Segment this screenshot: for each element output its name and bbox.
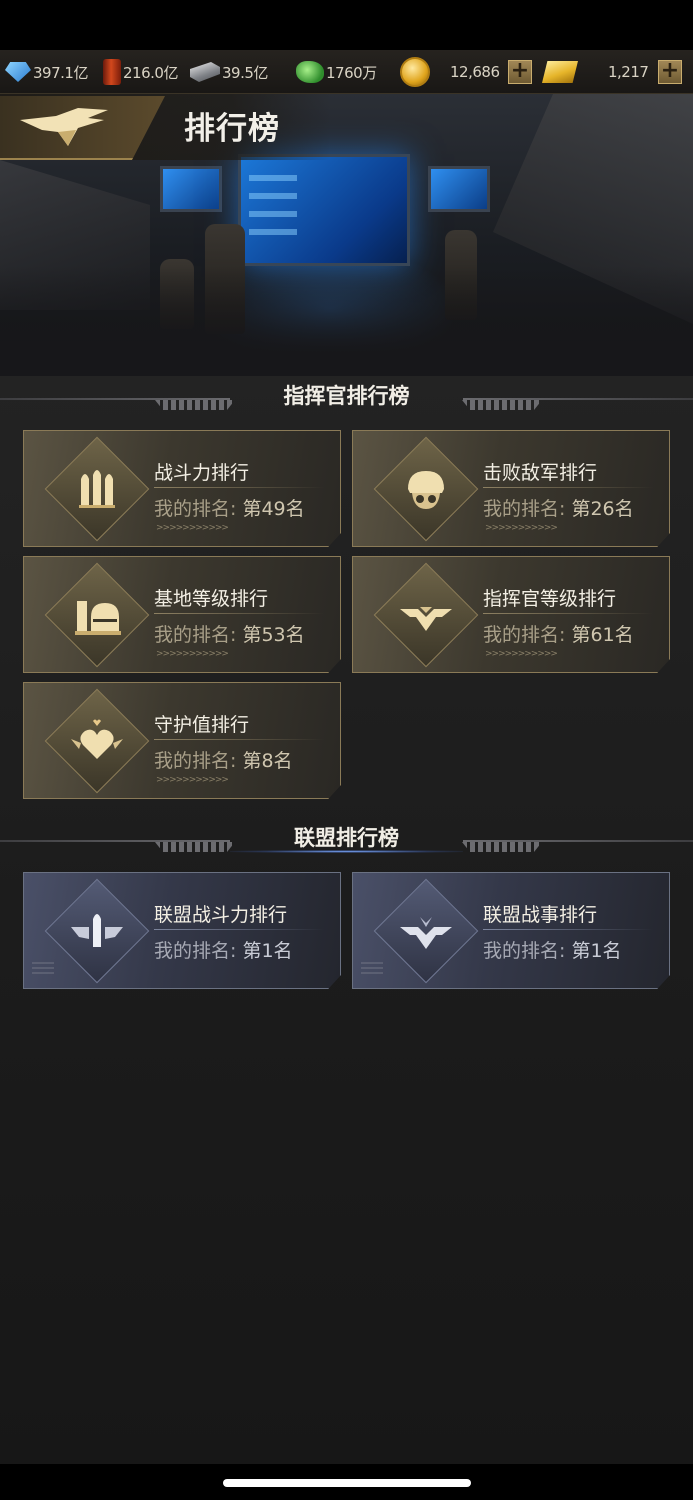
card-name: 战斗力排行 (154, 462, 250, 484)
resource-cash-value: 1760万 (326, 63, 377, 82)
card-rank: 我的排名: 第61名 (483, 624, 634, 646)
card-rank: 我的排名: 第1名 (483, 940, 622, 962)
card-name: 指挥官等级排行 (483, 588, 617, 610)
resource-steel: 39.5亿 (190, 50, 268, 94)
bullets-icon (79, 470, 115, 508)
status-bar (0, 0, 693, 50)
resource-coins-value: 12,686 (450, 63, 500, 81)
card-alliance-war[interactable]: 联盟战事排行 我的排名: 第1名 (352, 872, 670, 989)
command-screen (238, 154, 410, 266)
chevrons-decoration: >>>>>>>>>>> (156, 649, 229, 659)
card-alliance-power[interactable]: 联盟战斗力排行 我的排名: 第1名 (23, 872, 341, 989)
resource-gold-value: 1,217 (608, 63, 649, 81)
card-name: 联盟战斗力排行 (154, 904, 288, 926)
card-combat-power[interactable]: 战斗力排行 我的排名: 第49名 >>>>>>>>>>> (23, 430, 341, 547)
helmet-skull-icon (408, 471, 444, 509)
card-name: 基地等级排行 (154, 588, 269, 610)
base-building-icon (75, 601, 121, 635)
resource-bar: 397.1亿 216.0亿 39.5亿 1760万 12,686 + 1,217… (0, 50, 693, 94)
card-base-level[interactable]: 基地等级排行 我的排名: 第53名 >>>>>>>>>>> (23, 556, 341, 673)
diamond-icon (5, 62, 31, 82)
card-rank: 我的排名: 第53名 (154, 624, 305, 646)
card-name: 联盟战事排行 (483, 904, 598, 926)
card-enemies-defeated[interactable]: 击败敌军排行 我的排名: 第26名 >>>>>>>>>>> (352, 430, 670, 547)
resource-steel-value: 39.5亿 (222, 63, 268, 82)
alliance-section-header: 联盟排行榜 (0, 818, 693, 868)
add-gold-button[interactable]: + (658, 60, 682, 84)
resource-oil-value: 216.0亿 (123, 63, 178, 82)
chevrons-decoration: >>>>>>>>>>> (485, 649, 558, 659)
rankings-panel: 指挥官排行榜 战斗力排行 我的排名: 第49名 >>>>>>>>>>> 击败敌军… (0, 376, 693, 1464)
side-monitor-left (160, 166, 222, 212)
add-coins-button[interactable]: + (508, 60, 532, 84)
eagle-emblem-icon (20, 108, 108, 146)
chevrons-decoration: >>>>>>>>>>> (156, 523, 229, 533)
cash-icon (296, 61, 324, 83)
commander-section-title: 指挥官排行榜 (283, 384, 410, 408)
steel-bar-icon (190, 62, 220, 82)
card-name: 击败敌军排行 (483, 462, 598, 484)
alliance-section-title: 联盟排行榜 (294, 826, 399, 850)
card-rank: 我的排名: 第8名 (154, 750, 293, 772)
card-guardian-value[interactable]: 守护值排行 我的排名: 第8名 >>>>>>>>>>> (23, 682, 341, 799)
oil-barrel-icon (103, 59, 121, 85)
coin-icon (400, 57, 430, 87)
chevrons-decoration: >>>>>>>>>>> (156, 775, 229, 785)
resource-coins: 12,686 (400, 50, 500, 94)
resource-cash: 1760万 (296, 50, 377, 94)
card-rank: 我的排名: 第26名 (483, 498, 634, 520)
winged-chevron-icon (400, 917, 452, 949)
side-monitor-right (428, 166, 490, 212)
resource-diamond: 397.1亿 (5, 50, 88, 94)
winged-bullet-icon (71, 914, 123, 947)
resource-gold: 1,217 (542, 50, 649, 94)
page-title: 排行榜 (184, 111, 280, 147)
wings-chevron-icon (400, 607, 452, 631)
card-name: 守护值排行 (154, 714, 250, 736)
home-indicator[interactable] (223, 1479, 471, 1487)
winged-heart-icon (71, 719, 123, 759)
card-rank: 我的排名: 第49名 (154, 498, 305, 520)
card-commander-level[interactable]: 指挥官等级排行 我的排名: 第61名 >>>>>>>>>>> (352, 556, 670, 673)
chevrons-decoration: >>>>>>>>>>> (485, 523, 558, 533)
resource-diamond-value: 397.1亿 (33, 63, 88, 82)
resource-oil: 216.0亿 (103, 50, 178, 94)
commander-section-header: 指挥官排行榜 (0, 376, 693, 426)
gold-bar-icon (542, 61, 578, 83)
card-rank: 我的排名: 第1名 (154, 940, 293, 962)
